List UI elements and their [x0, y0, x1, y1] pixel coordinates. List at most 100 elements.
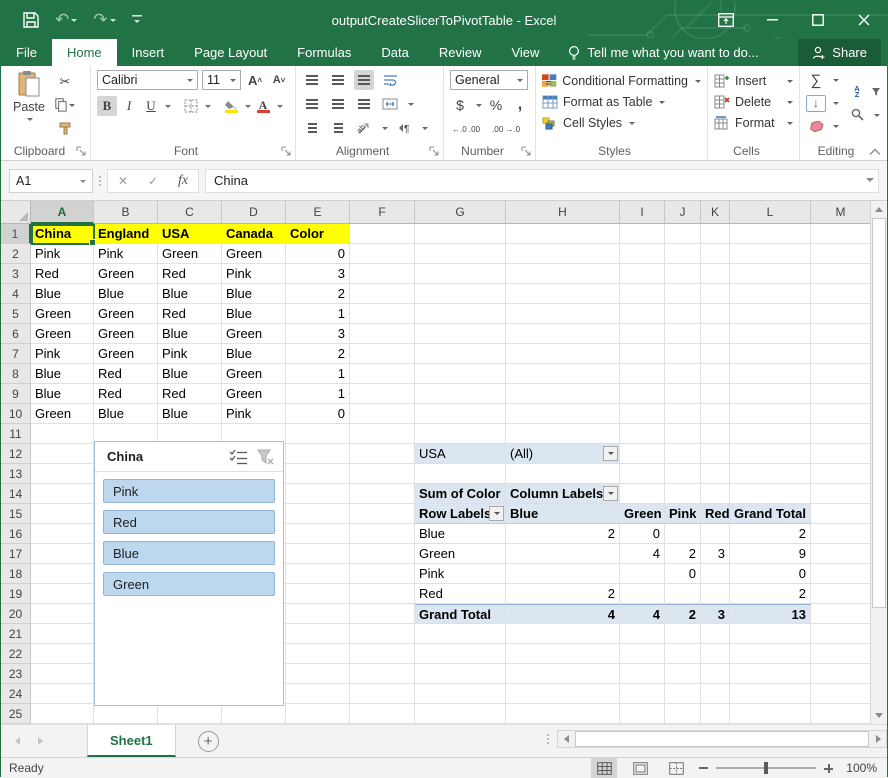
cell[interactable]: Blue	[158, 284, 222, 304]
cell[interactable]	[811, 564, 871, 584]
cell[interactable]	[730, 384, 811, 404]
vertical-scrollbar-thumb[interactable]	[872, 218, 886, 608]
cell[interactable]: Pink	[222, 404, 286, 424]
cell[interactable]: Red	[158, 304, 222, 324]
cell[interactable]	[730, 244, 811, 264]
row-header[interactable]: 8	[1, 364, 31, 384]
cell[interactable]	[620, 704, 665, 724]
close-button[interactable]	[841, 1, 887, 39]
row-header[interactable]: 18	[1, 564, 31, 584]
increase-decimal-button[interactable]: ←.0 .00	[450, 119, 482, 139]
italic-button[interactable]: I	[119, 96, 139, 116]
cell[interactable]: Pink	[665, 504, 701, 524]
cell[interactable]	[701, 264, 730, 284]
slicer-item-blue[interactable]: Blue	[103, 541, 275, 565]
scroll-up-icon[interactable]	[871, 201, 887, 218]
cell[interactable]: Pink	[31, 344, 94, 364]
zoom-slider-track[interactable]	[716, 767, 816, 769]
cell[interactable]	[620, 624, 665, 644]
cell[interactable]	[222, 704, 286, 724]
merge-dropdown[interactable]	[408, 103, 414, 109]
cell[interactable]	[415, 324, 506, 344]
cell[interactable]	[286, 664, 350, 684]
cell[interactable]	[506, 284, 620, 304]
cell[interactable]	[506, 364, 620, 384]
clipboard-dialog-launcher-icon[interactable]	[76, 146, 87, 157]
row-header[interactable]: 13	[1, 464, 31, 484]
cell[interactable]	[506, 704, 620, 724]
cell[interactable]: Color	[286, 224, 350, 244]
row-header[interactable]: 17	[1, 544, 31, 564]
tab-home[interactable]: Home	[52, 39, 117, 66]
tab-view[interactable]: View	[496, 39, 554, 66]
slicer-china[interactable]: China PinkRedBlueGreen	[94, 441, 284, 706]
cell[interactable]	[730, 644, 811, 664]
cell[interactable]	[665, 364, 701, 384]
cell[interactable]	[701, 664, 730, 684]
cell[interactable]	[415, 384, 506, 404]
filter-dropdown-button[interactable]	[489, 506, 504, 521]
cell[interactable]: Blue	[222, 304, 286, 324]
align-left-button[interactable]	[302, 94, 322, 114]
cell[interactable]	[730, 664, 811, 684]
clear-dropdown[interactable]	[833, 125, 839, 131]
cell[interactable]: 3	[701, 544, 730, 564]
cell[interactable]: 4	[506, 604, 620, 624]
cell[interactable]	[811, 304, 871, 324]
column-header[interactable]: G	[415, 201, 506, 224]
cell[interactable]: 0	[665, 564, 701, 584]
cell[interactable]	[811, 364, 871, 384]
cell[interactable]: Blue	[415, 524, 506, 544]
bold-button[interactable]: B	[97, 96, 117, 116]
cell[interactable]	[811, 284, 871, 304]
cell[interactable]: Blue	[222, 344, 286, 364]
cell[interactable]: Green	[31, 304, 94, 324]
cell[interactable]: 3	[701, 604, 730, 624]
borders-button[interactable]	[181, 96, 201, 116]
slicer-item-green[interactable]: Green	[103, 572, 275, 596]
cell[interactable]	[620, 684, 665, 704]
cell[interactable]	[665, 704, 701, 724]
row-header[interactable]: 24	[1, 684, 31, 704]
cell[interactable]: 13	[730, 604, 811, 624]
cell[interactable]	[620, 384, 665, 404]
cell[interactable]: Blue	[94, 404, 158, 424]
sheet-tab-sheet1[interactable]: Sheet1	[87, 725, 176, 757]
cell[interactable]	[665, 464, 701, 484]
cell[interactable]	[158, 704, 222, 724]
row-header[interactable]: 4	[1, 284, 31, 304]
cell[interactable]: Sum of Color	[415, 484, 506, 504]
cell[interactable]	[701, 244, 730, 264]
column-header[interactable]: D	[222, 201, 286, 224]
align-center-button[interactable]	[328, 94, 348, 114]
tab-file[interactable]: File	[1, 39, 52, 66]
cell[interactable]	[286, 684, 350, 704]
cell[interactable]	[506, 684, 620, 704]
comma-style-button[interactable]: ,	[510, 95, 530, 115]
row-header[interactable]: 16	[1, 524, 31, 544]
scroll-down-icon[interactable]	[871, 707, 887, 724]
cell[interactable]	[701, 424, 730, 444]
cell[interactable]: Red	[158, 264, 222, 284]
cell[interactable]	[506, 244, 620, 264]
cell[interactable]: Blue	[158, 324, 222, 344]
cell[interactable]	[730, 424, 811, 444]
cell[interactable]	[350, 504, 415, 524]
row-header[interactable]: 19	[1, 584, 31, 604]
cell[interactable]	[350, 484, 415, 504]
cell[interactable]	[701, 364, 730, 384]
cell[interactable]	[811, 584, 871, 604]
decrease-indent-button[interactable]	[302, 118, 322, 138]
cell-styles-button[interactable]: Cell Styles	[542, 112, 701, 133]
save-icon[interactable]	[23, 12, 39, 28]
cell[interactable]	[350, 244, 415, 264]
cell[interactable]	[350, 224, 415, 244]
cell[interactable]	[811, 424, 871, 444]
cell[interactable]	[811, 344, 871, 364]
cell[interactable]	[31, 444, 94, 464]
cell[interactable]	[811, 504, 871, 524]
cell[interactable]	[31, 604, 94, 624]
fill-dropdown[interactable]	[833, 102, 839, 108]
cell[interactable]	[31, 464, 94, 484]
vertical-scrollbar[interactable]	[870, 201, 887, 724]
